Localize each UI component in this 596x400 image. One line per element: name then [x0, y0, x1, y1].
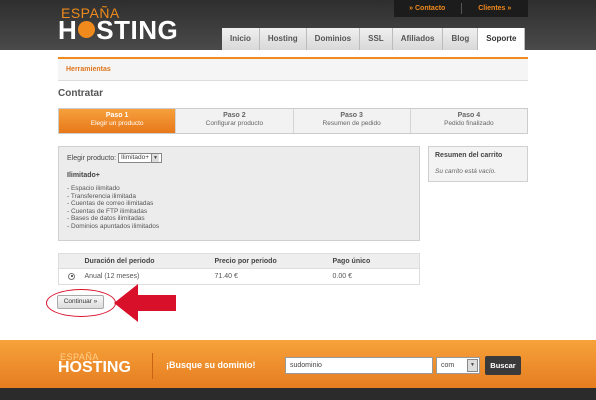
- feature-list: - Espacio ilimitado - Transferencia ilim…: [67, 185, 159, 231]
- product-select-value: Ilimitado+: [120, 154, 149, 161]
- step-number: Paso 1: [105, 112, 129, 119]
- logo-letter-h: H: [58, 15, 78, 45]
- table-header-row: Duración del periodo Precio por periodo …: [58, 253, 420, 269]
- feature-item: - Bases de datos ilimitadas: [67, 215, 145, 223]
- clients-link[interactable]: Clientes »: [462, 0, 529, 17]
- feature-item: - Transferencia ilimitada: [67, 192, 136, 200]
- step-description: Elegir un producto: [90, 120, 144, 127]
- site-header: ESPAÑA H STING » Contacto Clientes » Inic…: [0, 0, 596, 50]
- price-cell: 71.40 €: [214, 268, 333, 285]
- step-2: Paso 2 Configurar producto: [176, 109, 294, 133]
- product-name: Ilimitado+: [67, 172, 100, 179]
- feature-item: - Espacio ilimitado: [67, 185, 120, 192]
- step-description: Resumen de pedido: [322, 120, 381, 127]
- cart-summary: Resumen del carrito Su carrito está vací…: [428, 146, 528, 182]
- cart-empty-text: Su carrito está vacío.: [435, 168, 497, 175]
- nav-tab-inicio[interactable]: Inicio: [222, 28, 260, 50]
- nav-tab-blog[interactable]: Blog: [443, 28, 479, 50]
- contact-link[interactable]: » Contacto: [394, 0, 461, 17]
- site-logo[interactable]: H STING: [58, 15, 178, 46]
- feature-item: - Cuentas de correo ilimitadas: [67, 200, 154, 208]
- nav-tab-afiliados[interactable]: Afiliados: [392, 28, 444, 50]
- feature-item: - Dominios apuntados ilimitados: [67, 222, 160, 230]
- order-steps: Paso 1 Elegir un producto Paso 2 Configu…: [58, 108, 528, 134]
- red-arrow-icon: [114, 284, 176, 322]
- product-select-label: Elegir producto:: [67, 154, 117, 162]
- nav-tab-hosting[interactable]: Hosting: [259, 28, 307, 50]
- page-title: Contratar: [58, 88, 104, 99]
- footer-logo[interactable]: HOSTING: [58, 359, 131, 377]
- domain-search-heading: ¡Busque su dominio!: [166, 360, 256, 370]
- footer-bottom-band: [0, 388, 596, 400]
- highlight-circle: [46, 289, 116, 317]
- table-header-setup: Pago único: [332, 253, 420, 269]
- period-radio[interactable]: [68, 272, 76, 280]
- table-header-blank: [58, 253, 85, 269]
- tld-select[interactable]: com ▼: [436, 357, 480, 374]
- main-nav: Inicio Hosting Dominios SSL Afiliados Bl…: [222, 28, 526, 50]
- product-select-row: Elegir producto: Ilimitado+ ▼: [67, 153, 162, 163]
- feature-item: - Cuentas de FTP ilimitadas: [67, 207, 148, 215]
- step-4: Paso 4 Pedido finalizado: [411, 109, 527, 133]
- step-number: Paso 2: [223, 112, 246, 119]
- table-header-price: Precio por periodo: [214, 253, 333, 269]
- step-number: Paso 4: [457, 112, 481, 119]
- logo-letters: STING: [96, 15, 179, 45]
- tld-select-value: com: [441, 362, 455, 369]
- pricing-table: Duración del periodo Precio por periodo …: [58, 253, 420, 285]
- radio-cell: [58, 268, 85, 285]
- setup-cell: 0.00 €: [332, 268, 420, 285]
- breadcrumb-link[interactable]: Herramientas: [66, 66, 111, 73]
- nav-tab-dominios[interactable]: Dominios: [306, 28, 361, 50]
- table-header-duration: Duración del periodo: [84, 253, 215, 269]
- orange-logo-icon: [78, 21, 96, 38]
- step-description: Pedido finalizado: [444, 120, 494, 127]
- nav-tab-ssl[interactable]: SSL: [360, 28, 393, 50]
- cart-title: Resumen del carrito: [435, 152, 503, 159]
- step-description: Configurar producto: [205, 120, 264, 127]
- footer-divider: [152, 353, 153, 379]
- top-links: » Contacto Clientes »: [394, 0, 528, 17]
- product-panel: Elegir producto: Ilimitado+ ▼ Ilimitado+ …: [58, 146, 420, 241]
- domain-search-button[interactable]: Buscar: [485, 356, 521, 375]
- step-3: Paso 3 Resumen de pedido: [294, 109, 411, 133]
- chevron-down-icon: ▼: [467, 359, 478, 372]
- chevron-down-icon: ▼: [150, 154, 159, 162]
- product-select[interactable]: Ilimitado+ ▼: [117, 153, 162, 163]
- breadcrumb: Herramientas: [58, 57, 528, 81]
- step-number: Paso 3: [340, 112, 363, 119]
- domain-search-input[interactable]: sudominio: [285, 357, 433, 374]
- nav-tab-soporte[interactable]: Soporte: [478, 28, 526, 50]
- step-1: Paso 1 Elegir un producto: [59, 109, 177, 133]
